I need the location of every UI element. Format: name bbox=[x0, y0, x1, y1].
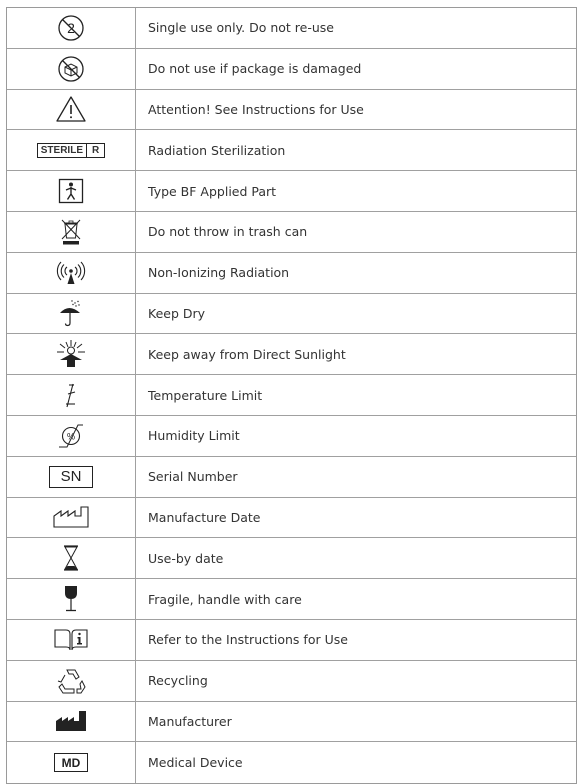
symbol-cell: STERILE R bbox=[7, 130, 136, 171]
attention-warning-icon bbox=[55, 94, 87, 124]
manufacture-date-icon bbox=[51, 504, 91, 530]
symbol-cell: MD bbox=[7, 742, 136, 784]
description-cell: Humidity Limit bbox=[148, 428, 240, 444]
table-row: % Humidity Limit bbox=[7, 415, 576, 457]
description-cell: Manufacture Date bbox=[148, 509, 261, 525]
fragile-glass-icon bbox=[61, 584, 81, 614]
symbol-cell: 2 bbox=[7, 8, 136, 48]
symbol-cell: SN bbox=[7, 456, 136, 497]
description-cell: Manufacturer bbox=[148, 713, 232, 729]
symbol-cell bbox=[7, 497, 136, 538]
description-cell: Do not use if package is damaged bbox=[148, 61, 362, 77]
instructions-book-icon bbox=[53, 628, 89, 652]
medical-device-icon: MD bbox=[54, 753, 88, 773]
humidity-limit-icon: % bbox=[54, 421, 88, 451]
table-row: Recycling bbox=[7, 660, 576, 702]
symbol-cell bbox=[7, 89, 136, 130]
recycling-icon bbox=[55, 666, 87, 696]
description-cell: Recycling bbox=[148, 673, 208, 689]
description-cell: Use-by date bbox=[148, 550, 224, 566]
sterile-r-icon: STERILE R bbox=[36, 142, 106, 158]
symbol-cell bbox=[7, 293, 136, 334]
symbol-cell bbox=[7, 48, 136, 89]
table-row: Fragile, handle with care bbox=[7, 579, 576, 620]
manufacturer-factory-icon bbox=[53, 709, 89, 733]
description-cell: Keep Dry bbox=[148, 305, 206, 321]
description-cell: Non-Ionizing Radiation bbox=[148, 265, 290, 281]
symbol-cell bbox=[7, 171, 136, 211]
symbol-cell bbox=[7, 579, 136, 619]
table-row: Type BF Applied Part bbox=[7, 171, 576, 212]
temperature-limit-icon bbox=[59, 380, 83, 410]
description-cell: Fragile, handle with care bbox=[148, 591, 302, 607]
description-cell: Refer to the Instructions for Use bbox=[148, 632, 348, 648]
description-cell: Type BF Applied Part bbox=[148, 183, 277, 199]
table-row: Use-by date bbox=[7, 538, 576, 580]
symbol-cell bbox=[7, 334, 136, 375]
table-row: Manufacturer bbox=[7, 701, 576, 743]
single-use-icon: 2 bbox=[56, 13, 86, 43]
weee-crossed-bin-icon bbox=[59, 217, 83, 247]
description-cell: Attention! See Instructions for Use bbox=[148, 101, 364, 117]
sterile-label: STERILE bbox=[40, 144, 83, 156]
table-row: Keep away from Direct Sunlight bbox=[7, 334, 576, 376]
table-row: STERILE R Radiation Sterilization bbox=[7, 130, 576, 172]
description-cell: Single use only. Do not re-use bbox=[148, 20, 334, 36]
symbol-cell bbox=[7, 538, 136, 579]
table-row: Attention! See Instructions for Use bbox=[7, 89, 576, 131]
symbol-cell bbox=[7, 211, 136, 252]
description-cell: Keep away from Direct Sunlight bbox=[148, 346, 346, 362]
table-row: Temperature Limit bbox=[7, 375, 576, 416]
description-cell: Medical Device bbox=[148, 755, 243, 771]
table-row: MD Medical Device bbox=[7, 742, 576, 784]
description-cell: Radiation Sterilization bbox=[148, 142, 286, 158]
symbol-cell bbox=[7, 701, 136, 742]
symbol-cell bbox=[7, 660, 136, 701]
keep-from-sunlight-icon bbox=[55, 339, 87, 369]
table-row: SN Serial Number bbox=[7, 456, 576, 498]
sterile-method-label: R bbox=[86, 143, 104, 157]
table-row: Keep Dry bbox=[7, 293, 576, 335]
symbol-cell bbox=[7, 252, 136, 293]
use-by-date-hourglass-icon bbox=[61, 544, 81, 572]
table-row: Refer to the Instructions for Use bbox=[7, 619, 576, 661]
keep-dry-umbrella-icon bbox=[56, 298, 86, 328]
symbol-cell: % bbox=[7, 415, 136, 456]
description-cell: Do not throw in trash can bbox=[148, 224, 308, 240]
table-row: Non-Ionizing Radiation bbox=[7, 252, 576, 294]
type-bf-applied-part-icon bbox=[58, 178, 84, 204]
non-ionizing-radiation-icon bbox=[54, 260, 88, 286]
table-row: Manufacture Date bbox=[7, 497, 576, 539]
symbol-cell bbox=[7, 375, 136, 415]
symbol-cell bbox=[7, 619, 136, 660]
table-row: Do not use if package is damaged bbox=[7, 48, 576, 90]
symbol-table: 2 Single use only. Do not re-use Do not … bbox=[6, 7, 577, 784]
table-row: 2 Single use only. Do not re-use bbox=[7, 8, 576, 49]
table-row: Do not throw in trash can bbox=[7, 211, 576, 253]
serial-number-icon: SN bbox=[49, 465, 93, 488]
description-cell: Temperature Limit bbox=[148, 387, 263, 403]
description-cell: Serial Number bbox=[148, 469, 238, 485]
do-not-use-if-damaged-icon bbox=[56, 54, 86, 84]
